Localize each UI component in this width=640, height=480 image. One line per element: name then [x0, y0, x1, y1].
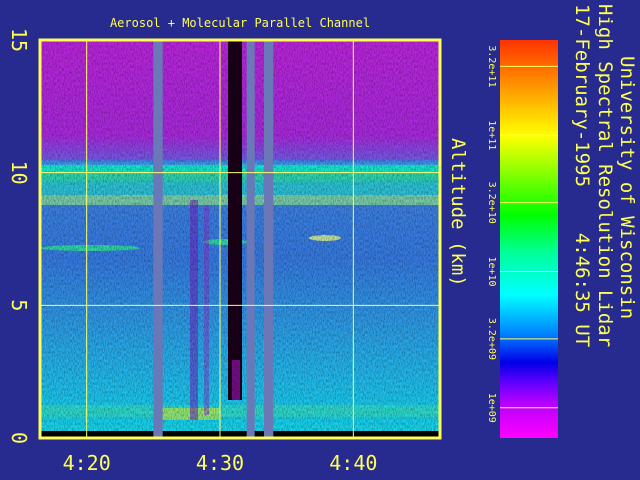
speckle-noise	[40, 40, 440, 438]
institution-label: University of Wisconsin	[616, 56, 638, 319]
no-data-gap-0	[153, 40, 163, 438]
y-tick-label-2: 10	[7, 161, 31, 185]
y-tick-labels: 0 5 10 15	[7, 28, 31, 444]
colorbar-tick-label-2: 3.2e+10	[486, 182, 497, 224]
colorbar-tick-label-0: 3.2e+11	[486, 45, 497, 87]
date-time-label: 17-February-1995 4:46:35 UT	[571, 4, 593, 347]
colorbar-tick-label-1: 1e+11	[486, 120, 497, 150]
x-tick-label-0: 4:20	[63, 451, 111, 475]
y-tick-label-3: 15	[7, 28, 31, 52]
x-tick-label-2: 4:40	[329, 451, 377, 475]
colorbar: 3.2e+11 1e+11 3.2e+10 1e+10 3.2e+09 1e+09	[486, 40, 558, 438]
x-tick-label-1: 4:30	[196, 451, 244, 475]
colorbar-tick-label-4: 3.2e+09	[486, 318, 497, 360]
colorbar-tick-label-5: 1e+09	[486, 393, 497, 423]
y-tick-label-0: 0	[7, 432, 31, 444]
lidar-figure: 4:20 4:30 4:40 0 5 10 15 Aerosol + Molecular …	[0, 0, 640, 480]
heatmap-image	[40, 40, 440, 438]
lidar-chart-svg: 4:20 4:30 4:40 0 5 10 15 Aerosol + Molecular …	[7, 4, 638, 475]
x-tick-labels: 4:20 4:30 4:40	[63, 451, 378, 475]
y-axis-label: Altitude (km)	[447, 138, 469, 287]
chart-title: Aerosol + Molecular Parallel Channel	[110, 16, 370, 30]
colorbar-tick-label-3: 1e+10	[486, 256, 497, 286]
y-tick-label-1: 5	[7, 299, 31, 311]
instrument-label: High Spectral Resolution Lidar	[594, 4, 616, 347]
no-data-gap-2	[264, 40, 274, 438]
colorbar-gradient	[500, 40, 558, 438]
no-data-gap-1	[246, 40, 255, 438]
